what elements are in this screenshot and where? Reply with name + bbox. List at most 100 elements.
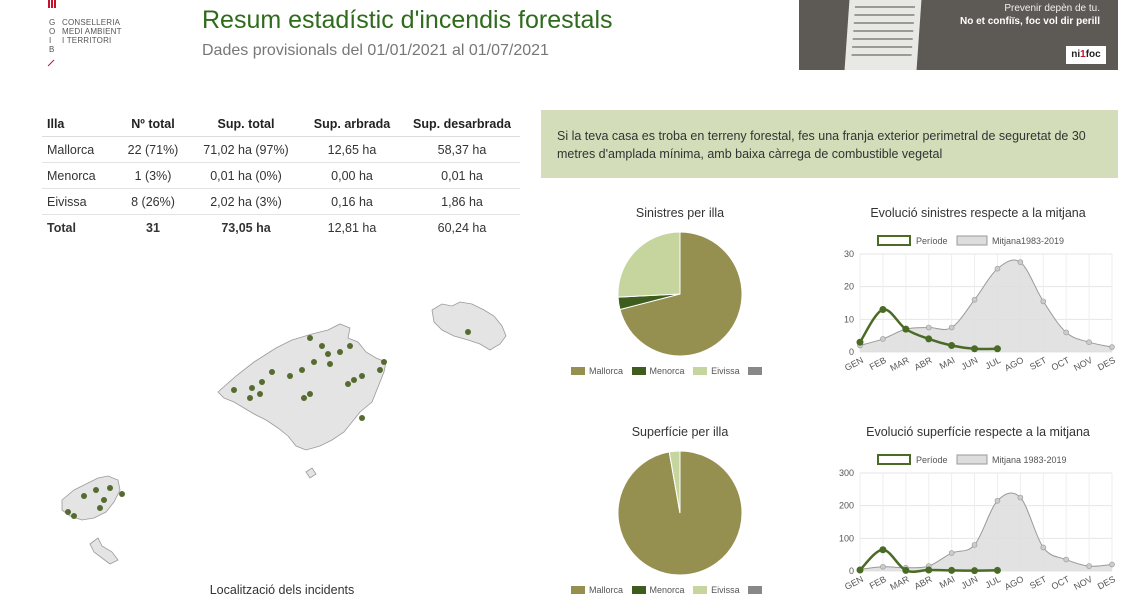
incident-point[interactable] bbox=[327, 361, 333, 367]
legend-swatch-mallorca bbox=[571, 585, 585, 594]
incident-point[interactable] bbox=[311, 359, 317, 365]
pie-legend-superficie: Mallorca Menorca Eivissa bbox=[571, 584, 766, 595]
average-point[interactable] bbox=[971, 542, 978, 548]
incident-point[interactable] bbox=[377, 367, 383, 373]
incident-point[interactable] bbox=[93, 487, 99, 493]
pie-slice-eivissa[interactable] bbox=[617, 231, 681, 298]
average-point[interactable] bbox=[994, 265, 1001, 272]
incident-point[interactable] bbox=[351, 377, 357, 383]
period-point[interactable] bbox=[879, 306, 887, 314]
period-point[interactable] bbox=[993, 345, 1001, 353]
incident-point[interactable] bbox=[101, 497, 107, 503]
incident-point[interactable] bbox=[97, 505, 103, 511]
incident-point[interactable] bbox=[345, 381, 351, 387]
y-tick-label: 0 bbox=[849, 347, 854, 357]
average-point[interactable] bbox=[1109, 344, 1115, 350]
legend-label: Eivissa bbox=[711, 365, 740, 376]
cell: 31 bbox=[146, 220, 160, 235]
period-point[interactable] bbox=[856, 338, 864, 346]
incident-point[interactable] bbox=[247, 395, 253, 401]
pie-chart-superficie[interactable] bbox=[615, 448, 745, 578]
average-point[interactable] bbox=[971, 296, 978, 303]
table-row: Menorca 1 (3%) 0,01 ha (0%) 0,00 ha 0,01 ha bbox=[42, 162, 520, 189]
incident-point[interactable] bbox=[119, 491, 125, 497]
incident-point[interactable] bbox=[71, 513, 77, 519]
incident-point[interactable] bbox=[257, 391, 263, 397]
period-point[interactable] bbox=[971, 567, 979, 575]
incident-point[interactable] bbox=[319, 343, 325, 349]
islands-map[interactable]: Localització dels incidents bbox=[40, 290, 540, 580]
incident-point[interactable] bbox=[337, 349, 343, 355]
period-point[interactable] bbox=[993, 566, 1001, 574]
x-tick-label: SET bbox=[1028, 355, 1049, 372]
average-point[interactable] bbox=[994, 497, 1001, 504]
average-point[interactable] bbox=[1086, 339, 1092, 345]
incident-point[interactable] bbox=[307, 391, 313, 397]
incident-point[interactable] bbox=[269, 369, 275, 375]
legend-swatch-average bbox=[956, 235, 988, 246]
area-chart-superficie[interactable]: Període Mitjana 1983-2019 0 100 200 300 GEN FEB… bbox=[830, 447, 1120, 597]
incident-point[interactable] bbox=[307, 335, 313, 341]
average-point[interactable] bbox=[1017, 259, 1024, 265]
average-point[interactable] bbox=[925, 324, 932, 331]
ministry-line: MEDI AMBIENT bbox=[62, 27, 122, 36]
incident-point[interactable] bbox=[381, 359, 387, 365]
average-point[interactable] bbox=[1086, 563, 1092, 569]
average-point[interactable] bbox=[1063, 556, 1069, 563]
campaign-banner[interactable]: Prevenir depèn de tu. No et confiïs, foc… bbox=[799, 0, 1118, 70]
pie-legend-sinistres: Mallorca Menorca Eivissa bbox=[571, 365, 766, 376]
incident-point[interactable] bbox=[81, 493, 87, 499]
x-tick-label: FEB bbox=[868, 574, 888, 591]
banner-tile bbox=[844, 0, 922, 70]
logo-letter: B bbox=[49, 45, 54, 54]
incident-point[interactable] bbox=[231, 387, 237, 393]
x-tick-label: JUL bbox=[984, 355, 1003, 371]
incident-point[interactable] bbox=[301, 395, 307, 401]
cell: 0,01 ha bbox=[404, 162, 520, 189]
average-point[interactable] bbox=[948, 550, 955, 556]
x-tick-label: AGO bbox=[1003, 355, 1025, 373]
legend-swatch-mallorca bbox=[571, 366, 585, 375]
cell: 0,16 ha bbox=[300, 188, 404, 215]
period-point[interactable] bbox=[902, 325, 910, 333]
average-point[interactable] bbox=[880, 336, 886, 342]
average-point[interactable] bbox=[880, 563, 886, 570]
incident-point[interactable] bbox=[347, 343, 353, 349]
incident-point[interactable] bbox=[107, 485, 113, 491]
x-tick-label: OCT bbox=[1050, 355, 1072, 373]
average-point[interactable] bbox=[948, 324, 955, 331]
average-point[interactable] bbox=[1109, 561, 1115, 568]
incident-point[interactable] bbox=[359, 373, 365, 379]
average-point[interactable] bbox=[1040, 544, 1047, 551]
pie-chart-sinistres[interactable] bbox=[615, 229, 745, 359]
incident-point[interactable] bbox=[299, 367, 305, 373]
legend-swatch-period bbox=[877, 235, 911, 246]
average-point[interactable] bbox=[1040, 298, 1047, 305]
period-point[interactable] bbox=[948, 341, 956, 349]
legend-label: Mitjana 1983-2019 bbox=[992, 455, 1067, 465]
average-point[interactable] bbox=[1063, 329, 1069, 336]
period-point[interactable] bbox=[856, 566, 864, 574]
table-row: Eivissa 8 (26%) 2,02 ha (3%) 0,16 ha 1,86 ha bbox=[42, 188, 520, 215]
average-point[interactable] bbox=[1017, 494, 1024, 501]
period-point[interactable] bbox=[948, 566, 956, 574]
area-title-sinistres: Evolució sinistres respecte a la mitjana bbox=[870, 206, 1086, 220]
cabrera-shape bbox=[305, 467, 317, 479]
period-point[interactable] bbox=[971, 345, 979, 353]
incident-point[interactable] bbox=[249, 385, 255, 391]
chart-legend: Període Mitjana 1983-2019 bbox=[877, 454, 1067, 465]
cell: 0,01 ha (0%) bbox=[192, 162, 300, 189]
incident-point[interactable] bbox=[65, 509, 71, 515]
period-point[interactable] bbox=[925, 335, 933, 343]
area-chart-sinistres[interactable]: Període Mitjana1983-20190102030GEN FEB MAR A… bbox=[830, 228, 1120, 378]
incident-point[interactable] bbox=[465, 329, 471, 335]
period-point[interactable] bbox=[879, 546, 887, 554]
period-point[interactable] bbox=[902, 566, 910, 574]
map-caption-text: Localització dels incidents bbox=[209, 583, 355, 597]
incident-point[interactable] bbox=[325, 351, 331, 357]
cell: 71,02 ha (97%) bbox=[192, 136, 300, 163]
incident-point[interactable] bbox=[259, 379, 265, 385]
incident-point[interactable] bbox=[287, 373, 293, 379]
incident-point[interactable] bbox=[359, 415, 365, 421]
period-point[interactable] bbox=[925, 566, 933, 574]
